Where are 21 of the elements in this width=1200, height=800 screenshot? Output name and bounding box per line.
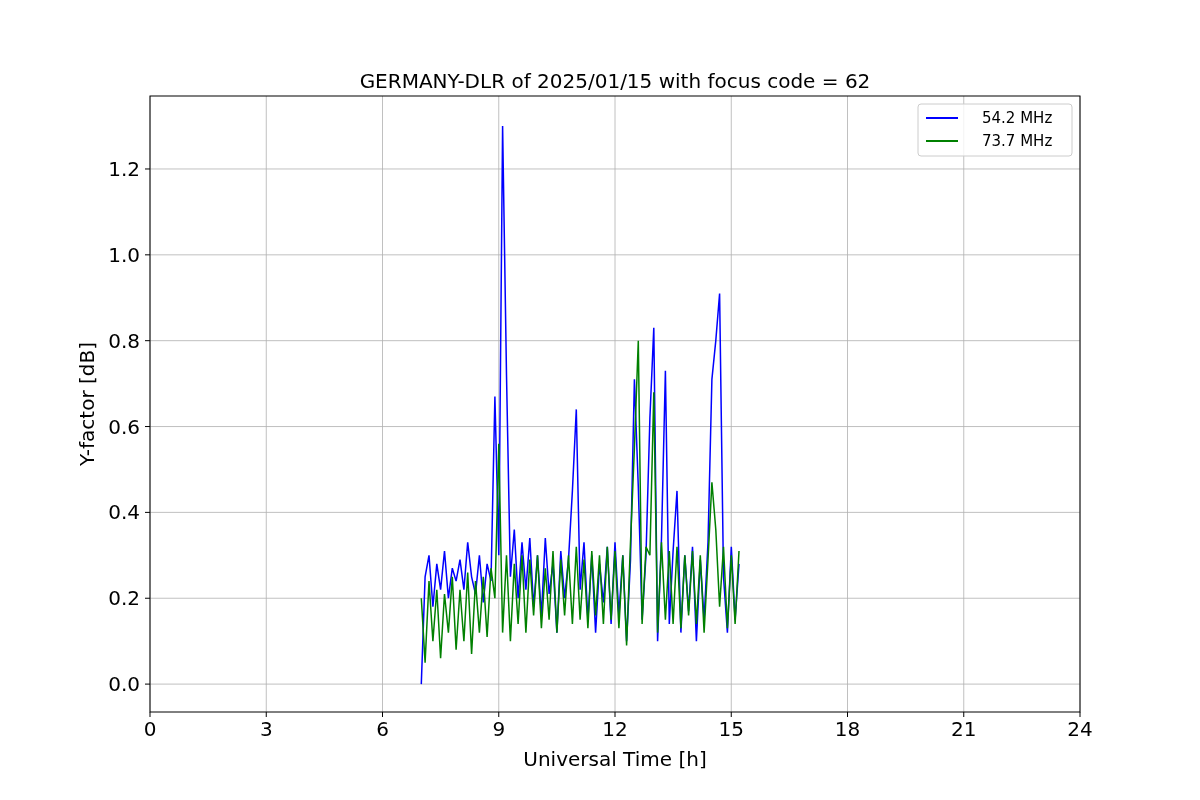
legend-label: 73.7 MHz [982, 132, 1053, 150]
x-tick-label: 9 [492, 717, 506, 741]
x-axis-label: Universal Time [h] [523, 747, 707, 771]
y-tick-label: 0.2 [108, 586, 140, 611]
x-tick-label: 21 [951, 717, 977, 741]
x-tick-label: 12 [602, 717, 628, 741]
x-tick-label: 18 [834, 717, 861, 741]
y-tick-label: 0.8 [108, 328, 140, 353]
y-tick-label: 1.2 [108, 157, 140, 181]
y-axis-label: Y-factor [dB] [75, 342, 99, 466]
chart-title: GERMANY-DLR of 2025/01/15 with focus code = 62 [359, 69, 871, 93]
x-tick-label: 24 [1067, 717, 1093, 741]
x-tick-label: 3 [259, 717, 273, 741]
x-tick-label: 6 [376, 717, 389, 741]
x-tick-label: 15 [718, 717, 744, 741]
x-tick-label: 0 [143, 717, 157, 741]
y-tick-label: 1.0 [108, 242, 140, 267]
y-tick-label: 0.4 [108, 500, 140, 525]
y-tick-label: 0.0 [108, 672, 140, 697]
y-tick-label: 0.6 [108, 414, 140, 439]
legend-label: 54.2 MHz [982, 109, 1053, 127]
